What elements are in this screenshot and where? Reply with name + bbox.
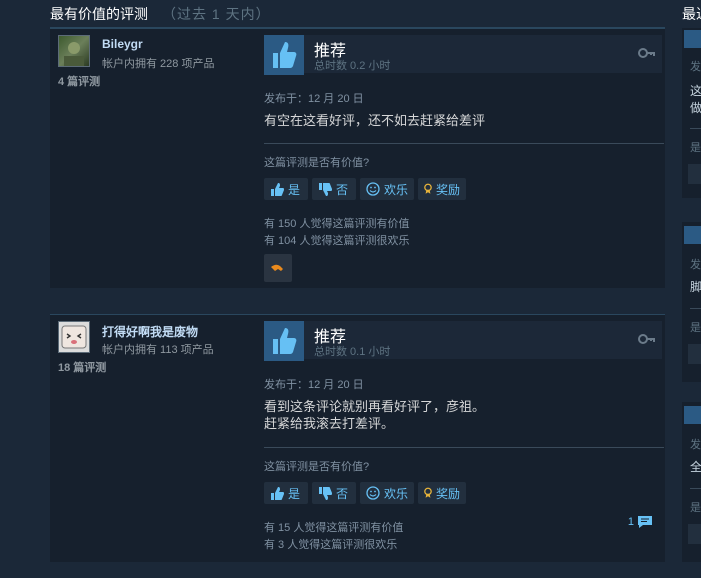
thumbs-up-icon: [271, 182, 284, 196]
no-label: 否: [336, 486, 349, 501]
smiley-icon: [366, 182, 380, 196]
side-text: 发: [690, 259, 701, 271]
playtime: 总时数 0.1 小时: [314, 346, 391, 358]
posted-date: 发布于：12 月 20 日: [264, 93, 364, 105]
no-label: 否: [336, 182, 349, 197]
key-icon: [638, 46, 656, 65]
helpful-count: 有 150 人觉得这篇评测有价值: [264, 218, 410, 230]
divider: [690, 128, 701, 129]
helpful-question: 这篇评测是否有价值?: [264, 461, 370, 473]
thumbs-up-icon: [271, 486, 284, 500]
award-label: 奖励: [435, 182, 460, 197]
review-count[interactable]: 18 篇评测: [58, 359, 106, 375]
products-owned[interactable]: 帐户内拥有 228 项产品: [102, 55, 214, 71]
side-text: 发: [690, 439, 701, 451]
side-review-card[interactable]: 发 脚 是: [682, 222, 701, 382]
award-badge-icon: [271, 264, 283, 271]
username[interactable]: Bileygr: [102, 37, 143, 51]
review-text-line: 有空在这看好评，还不如去赶紧给差评: [264, 113, 486, 128]
review-text: 看到这条评论就别再看好评了，彦祖。 赶紧给我滚去打差评。: [264, 398, 662, 432]
side-text: 是: [690, 502, 701, 514]
thumbs-up-icon: [684, 226, 701, 244]
side-text: 脚: [690, 280, 701, 294]
section-subtitle: （过去 1 天内）: [162, 6, 271, 22]
comments-link[interactable]: 1: [628, 515, 653, 529]
side-text: 是: [690, 142, 701, 154]
yes-label: 是: [288, 486, 301, 501]
side-text: 这: [690, 84, 701, 98]
side-button[interactable]: [688, 344, 701, 364]
divider: [264, 143, 664, 144]
divider: [690, 488, 701, 489]
thumbs-up-icon: [684, 406, 701, 424]
award-label: 奖励: [435, 486, 460, 501]
funny-button[interactable]: 欢乐: [360, 178, 414, 200]
award-icon: [424, 183, 432, 194]
thumbs-up-icon: [264, 35, 304, 75]
thumbs-down-icon: [319, 182, 332, 196]
review-top-rule: [50, 28, 665, 29]
key-icon: [638, 332, 656, 351]
thumbs-up-icon: [264, 321, 304, 361]
received-award[interactable]: [264, 254, 292, 282]
funny-count: 有 104 人觉得这篇评测很欢乐: [264, 235, 410, 247]
review-text-line: 看到这条评论就别再看好评了，彦祖。: [264, 399, 486, 414]
side-review-card[interactable]: 发 这 做 是: [682, 28, 701, 198]
review-card: Bileygr 帐户内拥有 228 项产品 4 篇评测 推荐 总时数 0.2 小…: [50, 28, 665, 288]
comment-icon: [638, 516, 652, 528]
vote-header[interactable]: 推荐 总时数 0.1 小时: [264, 321, 662, 361]
award-icon: [424, 487, 432, 498]
yes-button[interactable]: 是: [264, 178, 308, 200]
side-button[interactable]: [688, 524, 701, 544]
funny-label: 欢乐: [383, 182, 408, 197]
section-title: 最有价值的评测 （过去 1 天内）: [50, 4, 271, 24]
review-text: 有空在这看好评，还不如去赶紧给差评: [264, 112, 662, 129]
thumbs-down-icon: [319, 486, 332, 500]
side-text: 是: [690, 322, 701, 334]
helpful-question: 这篇评测是否有价值?: [264, 157, 370, 169]
funny-label: 欢乐: [383, 486, 408, 501]
side-review-card[interactable]: 发 全 是: [682, 402, 701, 562]
yes-label: 是: [288, 182, 301, 197]
divider: [264, 447, 664, 448]
review-top-rule: [50, 314, 665, 315]
review-count[interactable]: 4 篇评测: [58, 73, 100, 89]
no-button[interactable]: 否: [312, 482, 356, 504]
side-text: 全: [690, 460, 701, 474]
thumbs-up-icon: [684, 30, 701, 48]
award-button[interactable]: 奖励: [418, 482, 466, 504]
side-text: 发: [690, 61, 701, 73]
products-owned[interactable]: 帐户内拥有 113 项产品: [102, 341, 214, 357]
award-button[interactable]: 奖励: [418, 178, 466, 200]
section-title-text: 最有价值的评测: [50, 6, 148, 22]
funny-count: 有 3 人觉得这篇评测很欢乐: [264, 539, 398, 551]
review-text-line: 赶紧给我滚去打差评。: [264, 416, 395, 431]
username[interactable]: 打得好啊我是废物: [102, 323, 198, 340]
vote-header[interactable]: 推荐 总时数 0.2 小时: [264, 35, 662, 75]
side-button[interactable]: [688, 164, 701, 184]
side-text: 做: [690, 101, 701, 115]
divider: [690, 308, 701, 309]
avatar[interactable]: [58, 321, 90, 353]
review-card: 打得好啊我是废物 帐户内拥有 113 项产品 18 篇评测 推荐 总时数 0.1…: [50, 314, 665, 562]
posted-date: 发布于：12 月 20 日: [264, 379, 364, 391]
smiley-icon: [366, 486, 380, 500]
no-button[interactable]: 否: [312, 178, 356, 200]
helpful-count: 有 15 人觉得这篇评测有价值: [264, 522, 404, 534]
avatar[interactable]: [58, 35, 90, 67]
yes-button[interactable]: 是: [264, 482, 308, 504]
comments-count: 1: [627, 516, 634, 528]
funny-button[interactable]: 欢乐: [360, 482, 414, 504]
side-section-title: 最近: [682, 6, 701, 22]
playtime: 总时数 0.2 小时: [314, 60, 391, 72]
